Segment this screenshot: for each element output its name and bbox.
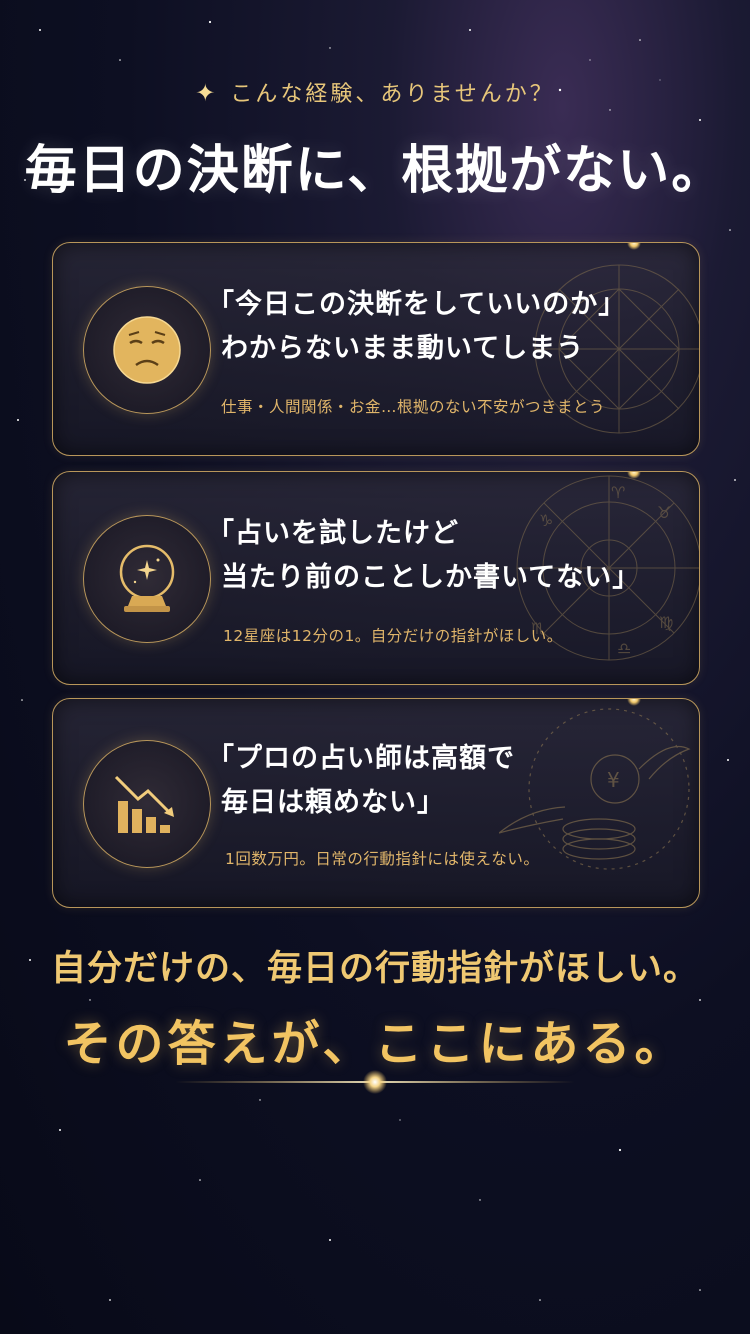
quote-line-1: 「今日この決断をしていいのか」 [207, 289, 627, 320]
crystal-ball-icon [119, 544, 175, 612]
eyebrow-text-row: ✦ こんな経験、ありませんか？ [0, 76, 750, 108]
card-note: 12星座は12分の1。自分だけの指針がほしい。 [223, 627, 563, 645]
quote-line-2: 毎日は頼めない」 [221, 787, 445, 818]
card-quote: 「プロの占い師は高額で 毎日は頼めない」 [207, 737, 687, 825]
worried-face-icon-frame [83, 286, 211, 414]
quote-line-1: 「占いを試したけど [207, 518, 459, 549]
card-quote: 「占いを試したけど 当たり前のことしか書いてない」 [207, 512, 687, 600]
declining-chart-icon [114, 775, 174, 833]
worried-face-icon [113, 316, 181, 384]
quote-line-2: わからないまま動いてしまう [221, 333, 585, 364]
light-streak-icon [175, 1070, 575, 1094]
pain-point-card-fortune: ♑ ♈ ♉ ♏ ♎ ♍ 「占いを試したけど 当たり前のことしか書いてない」 12星座は1… [52, 471, 700, 685]
page-headline: 毎日の決断に、根拠がない。 [24, 140, 726, 201]
declining-chart-icon-frame [83, 740, 211, 868]
quote-line-2: 当たり前のことしか書いてない」 [221, 562, 641, 593]
closing-statement: 自分だけの、毎日の行動指針がほしい。 [50, 948, 699, 989]
sparkle-icon: ✦ [195, 79, 219, 107]
quote-line-1: 「プロの占い師は高額で [207, 743, 515, 774]
card-quote: 「今日この決断をしていいのか」 わからないまま動いてしまう [207, 283, 687, 371]
pain-point-card-decision: 「今日この決断をしていいのか」 わからないまま動いてしまう 仕事・人間関係・お金… [52, 242, 700, 456]
eyebrow-label: こんな経験、ありませんか？ [230, 82, 555, 107]
pain-point-card-price: ¥ 「プロの占い師は高額で 毎日は頼めない」 1回数万円。日常の行動指針には使え… [52, 698, 700, 908]
card-note: 仕事・人間関係・お金…根拠のない不安がつきまとう [221, 398, 606, 416]
svg-text:♈: ♈ [611, 483, 625, 502]
crystal-ball-icon-frame [83, 515, 211, 643]
card-note: 1回数万円。日常の行動指針には使えない。 [225, 850, 540, 868]
